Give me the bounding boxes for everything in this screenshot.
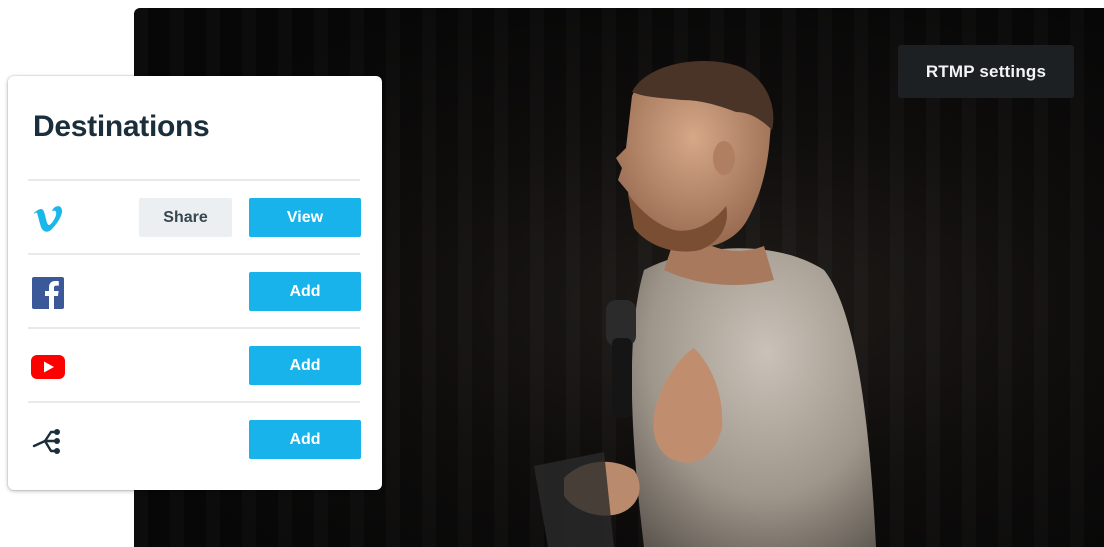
destinations-panel: Destinations Share View Add Add Add xyxy=(8,76,382,490)
destination-row-facebook: Add xyxy=(28,253,361,329)
add-other-button[interactable]: Add xyxy=(249,420,361,459)
facebook-logo-icon xyxy=(30,275,66,311)
destination-row-vimeo: Share View xyxy=(28,179,361,255)
add-facebook-button[interactable]: Add xyxy=(249,272,361,311)
share-button[interactable]: Share xyxy=(139,198,232,237)
add-youtube-button[interactable]: Add xyxy=(249,346,361,385)
branch-share-icon xyxy=(30,423,66,459)
destination-row-youtube: Add xyxy=(28,327,361,403)
destination-row-other: Add xyxy=(28,401,361,477)
vimeo-logo-icon xyxy=(30,201,66,237)
view-button[interactable]: View xyxy=(249,198,361,237)
destinations-title: Destinations xyxy=(33,110,210,143)
rtmp-settings-button[interactable]: RTMP settings xyxy=(898,45,1074,98)
youtube-logo-icon xyxy=(30,349,66,385)
